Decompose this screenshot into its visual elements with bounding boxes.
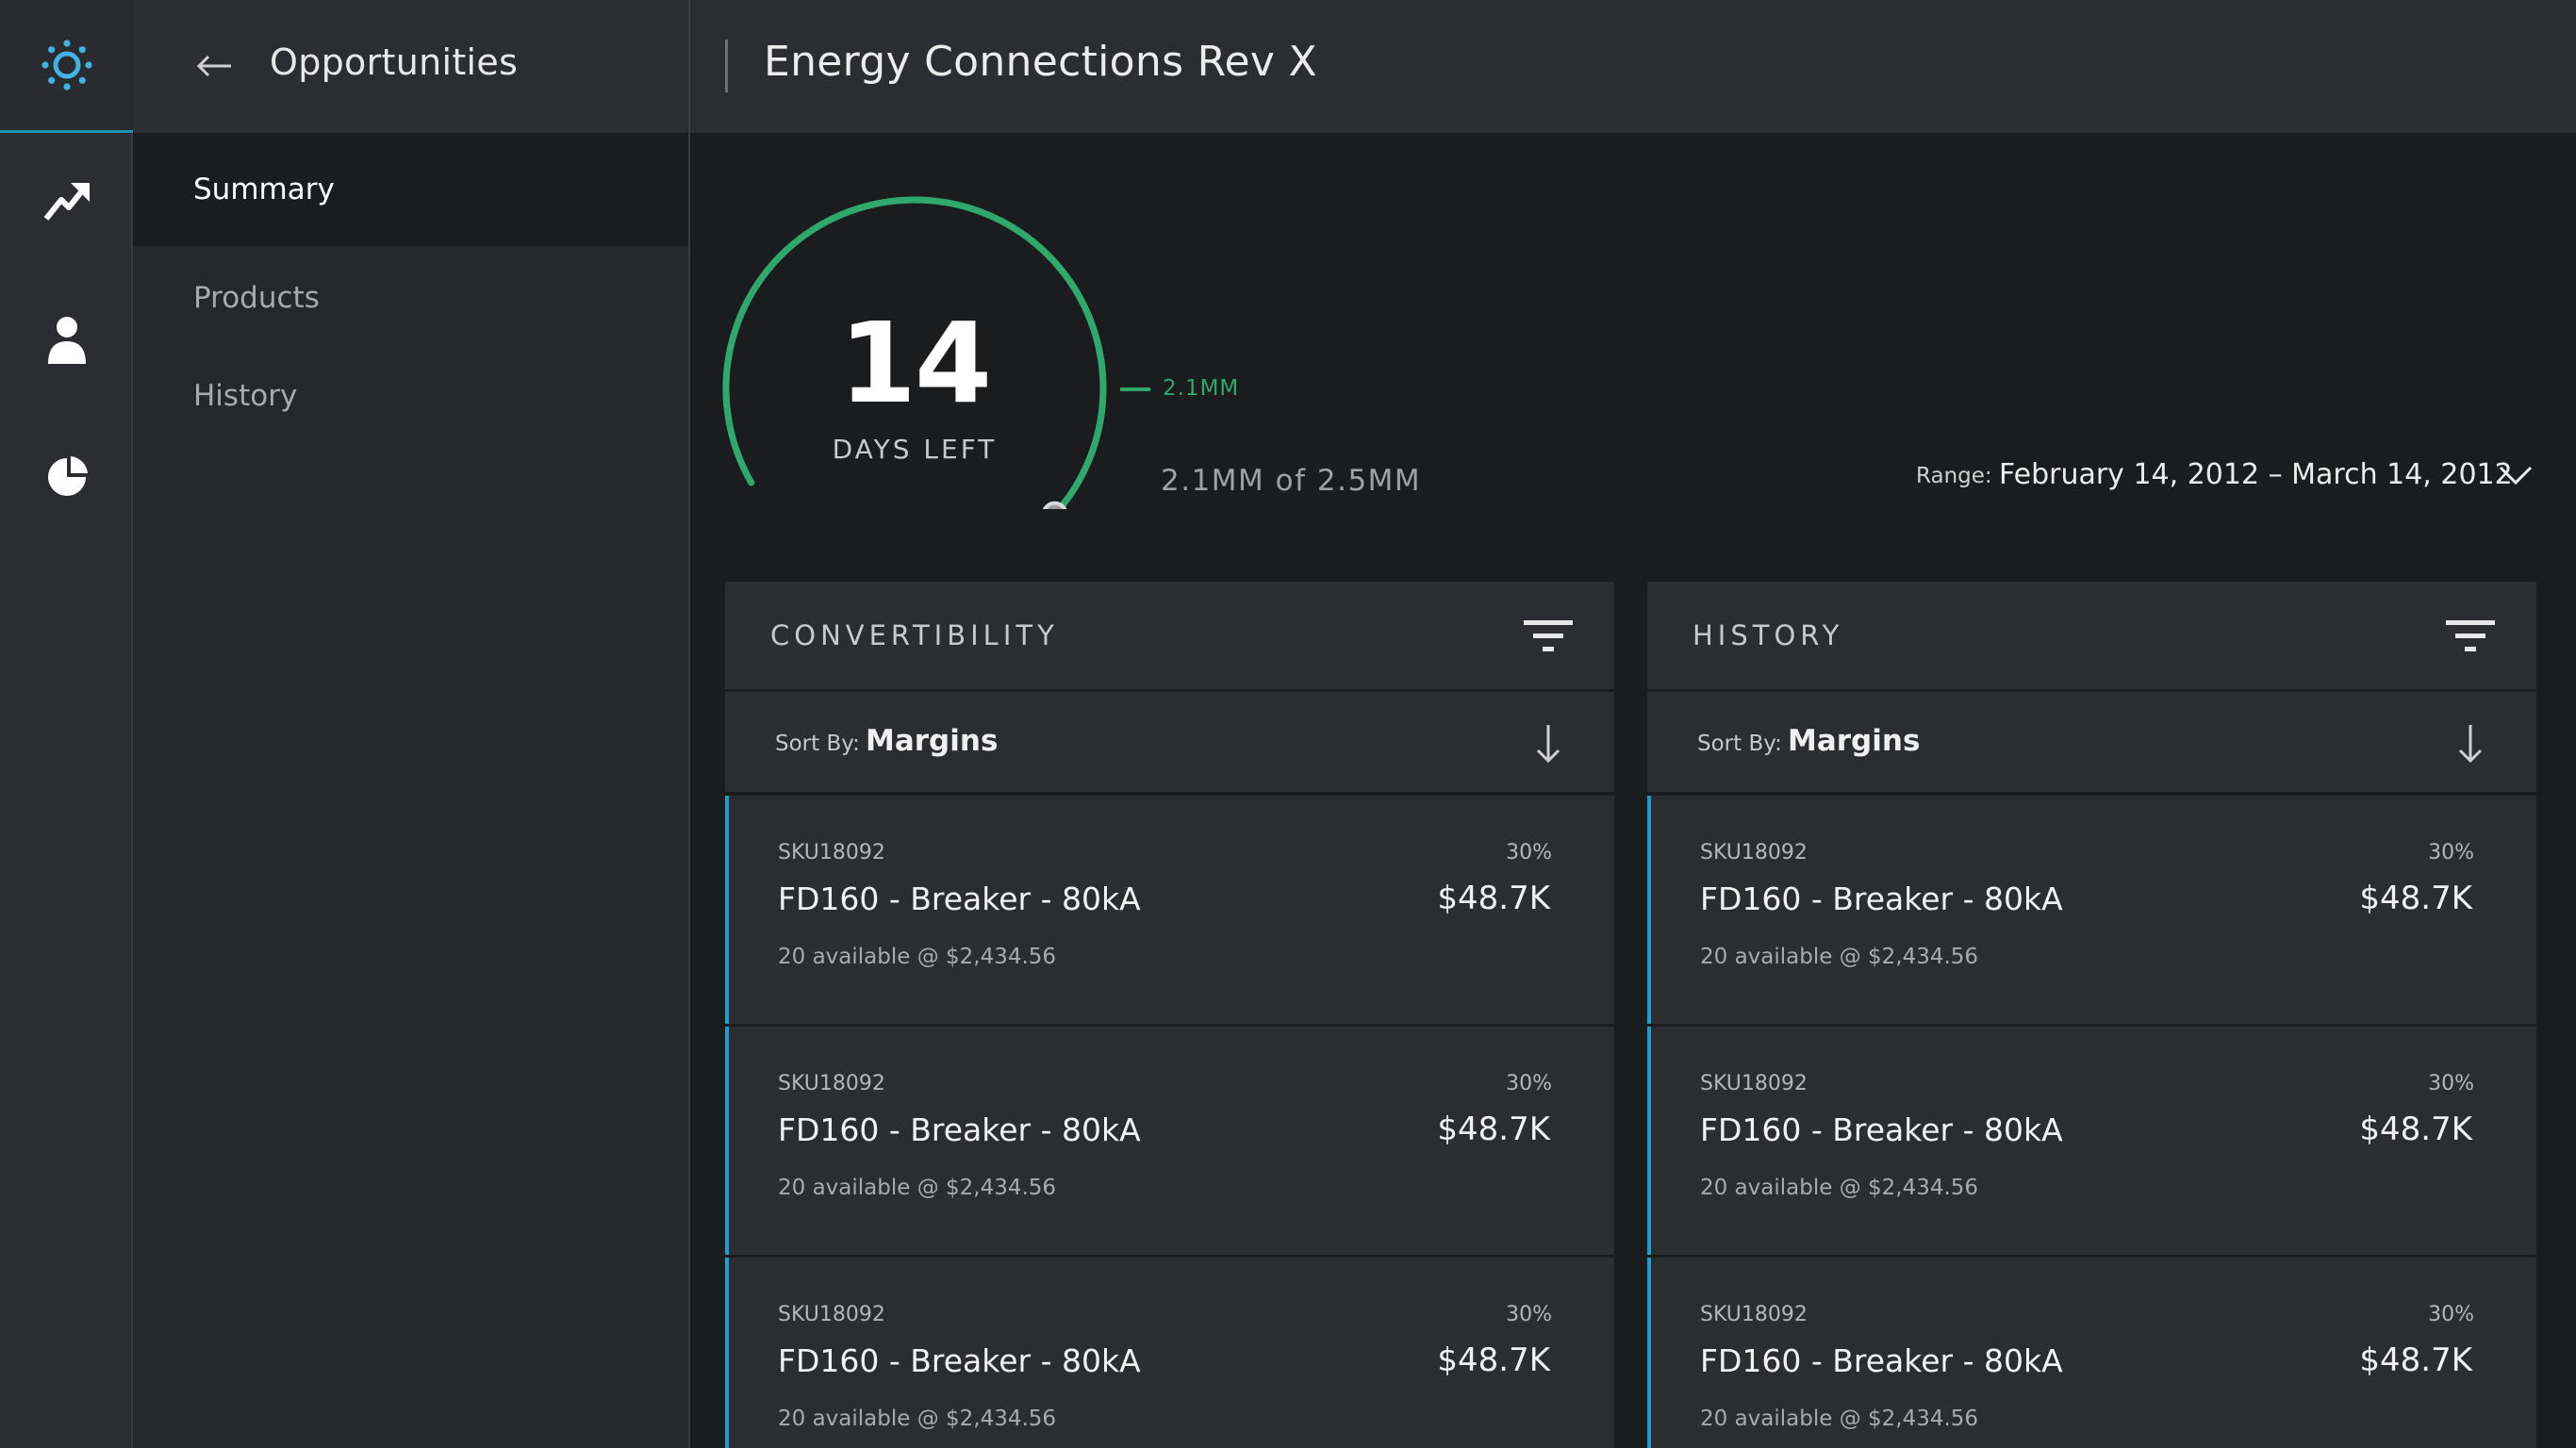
list-item[interactable]: SKU18092 FD160 - Breaker - 80kA 20 avail… — [1647, 796, 2536, 1024]
sort-bar: Sort By: Margins — [1647, 692, 2536, 792]
range-label: Range: — [1916, 464, 1992, 488]
rail-reports-button[interactable] — [0, 411, 133, 543]
arrow-down-icon — [2458, 725, 2483, 764]
item-amount: $48.7K — [1437, 1111, 1550, 1148]
gear-logo-icon — [41, 40, 92, 90]
item-sku: SKU18092 — [778, 1303, 885, 1326]
filter-button[interactable] — [2446, 616, 2495, 655]
item-percent: 30% — [1506, 1072, 1552, 1095]
item-amount: $48.7K — [1437, 1341, 1550, 1379]
person-icon — [47, 317, 86, 364]
back-button[interactable] — [191, 43, 237, 89]
item-amount: $48.7K — [2359, 1341, 2472, 1379]
sort-direction-button[interactable] — [2453, 720, 2487, 767]
item-sku: SKU18092 — [778, 1072, 885, 1095]
marker-label: 2.1MM — [1163, 376, 1240, 401]
chevron-down-icon — [2499, 466, 2533, 485]
item-amount: $48.7K — [2359, 880, 2472, 917]
sort-label: Sort By: — [1697, 732, 1782, 756]
app-logo-button[interactable] — [0, 0, 133, 133]
progress-text: 2.1MM of 2.5MM — [1161, 464, 1422, 498]
icon-rail — [0, 0, 133, 1448]
days-left-label: DAYS LEFT — [832, 434, 998, 465]
item-sku: SKU18092 — [1700, 841, 1808, 864]
range-dropdown-button[interactable] — [2497, 456, 2535, 494]
history-panel: HISTORY Sort By: Margins SKU18092 FD160 … — [1647, 582, 2536, 1448]
title-divider — [725, 40, 728, 92]
convertibility-panel: CONVERTIBILITY Sort By: Margins SKU18092… — [725, 582, 1614, 1448]
item-name: FD160 - Breaker - 80kA — [1700, 1342, 2063, 1379]
item-amount: $48.7K — [2359, 1111, 2472, 1148]
item-sku: SKU18092 — [778, 841, 885, 864]
list-item[interactable]: SKU18092 FD160 - Breaker - 80kA 20 avail… — [725, 1258, 1614, 1448]
page-title: Energy Connections Rev X — [764, 38, 1317, 86]
item-availability: 20 available @ $2,434.56 — [778, 945, 1057, 969]
list-item[interactable]: SKU18092 FD160 - Breaker - 80kA 20 avail… — [725, 796, 1614, 1024]
range-value[interactable]: February 14, 2012 – March 14, 2012 — [1999, 458, 2513, 491]
marker-tick — [1120, 387, 1150, 391]
nav-section-title: Opportunities — [270, 41, 519, 83]
subnav-header: Opportunities — [133, 0, 688, 133]
arrow-left-icon — [196, 55, 231, 77]
list-item[interactable]: SKU18092 FD160 - Breaker - 80kA 20 avail… — [1647, 1027, 2536, 1255]
sort-value[interactable]: Margins — [1788, 724, 1920, 758]
nav-item-history[interactable]: History — [133, 339, 688, 452]
panel-header: CONVERTIBILITY — [725, 582, 1614, 689]
item-percent: 30% — [2428, 841, 2474, 864]
sort-value[interactable]: Margins — [866, 724, 998, 758]
rail-analytics-button[interactable] — [0, 136, 133, 268]
item-name: FD160 - Breaker - 80kA — [778, 880, 1141, 917]
sort-bar: Sort By: Margins — [725, 692, 1614, 792]
nav-item-summary[interactable]: Summary — [133, 133, 688, 246]
item-amount: $48.7K — [1437, 880, 1550, 917]
item-percent: 30% — [1506, 841, 1552, 864]
item-name: FD160 - Breaker - 80kA — [778, 1111, 1141, 1148]
filter-icon — [1524, 620, 1573, 651]
item-percent: 30% — [2428, 1072, 2474, 1095]
item-availability: 20 available @ $2,434.56 — [1700, 1176, 1979, 1200]
panel-title: CONVERTIBILITY — [770, 619, 1059, 651]
arrow-down-icon — [1536, 725, 1560, 764]
item-name: FD160 - Breaker - 80kA — [1700, 880, 2063, 917]
panel-header: HISTORY — [1647, 582, 2536, 689]
item-availability: 20 available @ $2,434.56 — [1700, 945, 1979, 969]
rail-profile-button[interactable] — [0, 273, 133, 405]
panel-title: HISTORY — [1693, 619, 1844, 651]
trending-arrow-icon — [43, 183, 90, 221]
item-availability: 20 available @ $2,434.56 — [778, 1176, 1057, 1200]
item-name: FD160 - Breaker - 80kA — [778, 1342, 1141, 1379]
list-item[interactable]: SKU18092 FD160 - Breaker - 80kA 20 avail… — [725, 1027, 1614, 1255]
item-percent: 30% — [2428, 1303, 2474, 1326]
item-name: FD160 - Breaker - 80kA — [1700, 1111, 2063, 1148]
top-bar: Energy Connections Rev X — [690, 0, 2576, 133]
item-availability: 20 available @ $2,434.56 — [1700, 1407, 1979, 1431]
filter-icon — [2446, 620, 2495, 651]
days-left-value: 14 — [838, 298, 992, 428]
nav-item-products[interactable]: Products — [133, 241, 688, 354]
list-item[interactable]: SKU18092 FD160 - Breaker - 80kA 20 avail… — [1647, 1258, 2536, 1448]
item-sku: SKU18092 — [1700, 1303, 1808, 1326]
item-sku: SKU18092 — [1700, 1072, 1808, 1095]
item-availability: 20 available @ $2,434.56 — [778, 1407, 1057, 1431]
secondary-nav: Opportunities Summary Products History — [133, 0, 690, 1448]
item-percent: 30% — [1506, 1303, 1552, 1326]
sort-label: Sort By: — [775, 732, 860, 756]
pie-chart-icon — [47, 456, 88, 496]
filter-button[interactable] — [1524, 616, 1573, 655]
gauge-knob[interactable] — [1042, 501, 1067, 509]
sort-direction-button[interactable] — [1531, 720, 1565, 767]
